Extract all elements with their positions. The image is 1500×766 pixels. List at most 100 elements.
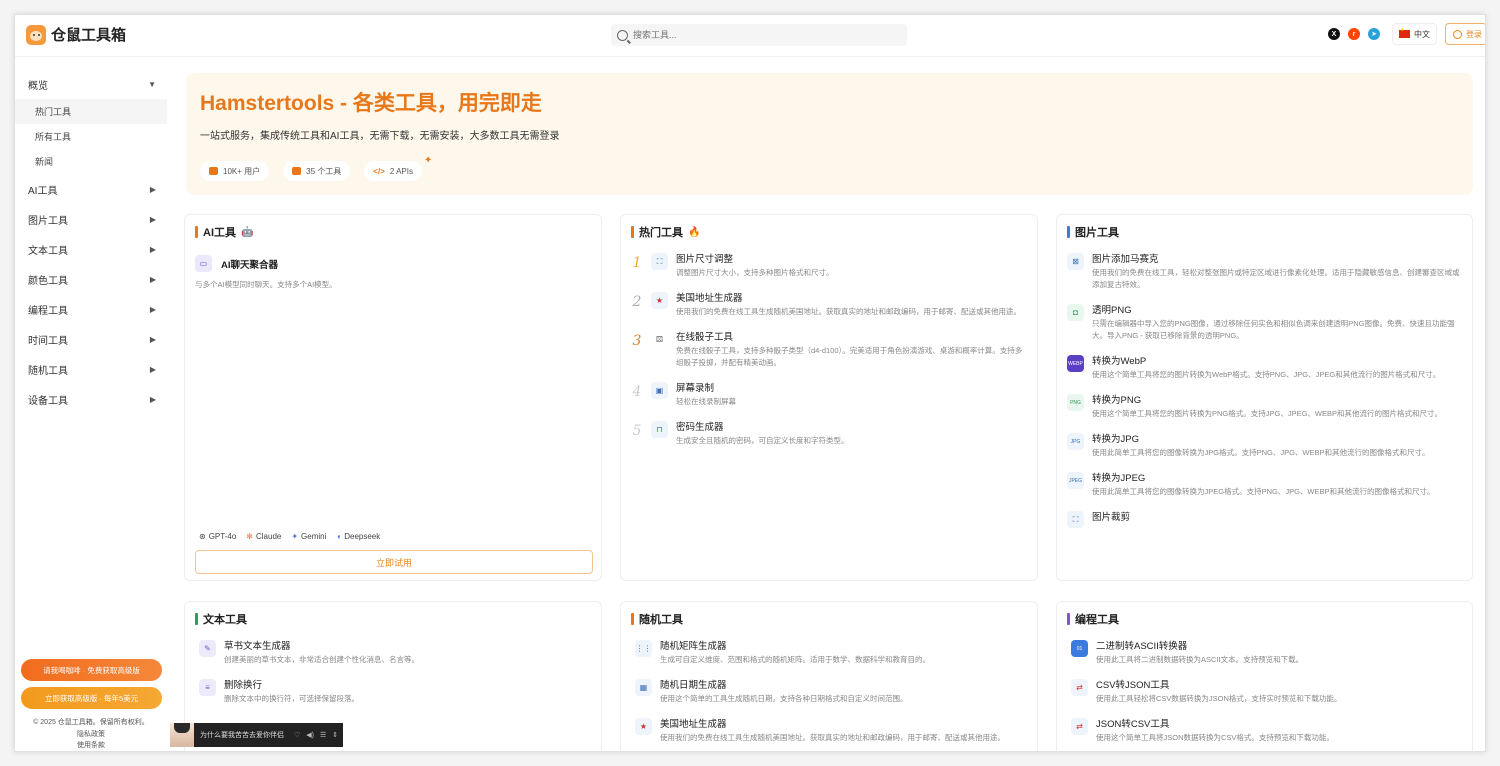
random-tools-card: 随机工具 ⋮⋮ 随机矩阵生成器 生成可自定义维度、范围和格式的随机矩阵。适用于数学、… — [620, 601, 1038, 751]
list-item[interactable]: ✎ 草书文本生成器 创建美丽的草书文本，非常适合创建个性化消息、名言等。 — [199, 640, 591, 666]
list-item[interactable]: PNG 转换为PNG 使用这个简单工具将您的图片转换为PNG格式。支持JPG、JPE… — [1067, 394, 1462, 420]
sidebar-sub-all[interactable]: 所有工具 — [15, 124, 167, 149]
sidebar-item-image[interactable]: 图片工具 ▶ — [15, 204, 167, 234]
card-accent-bar — [631, 226, 634, 238]
site-logo[interactable]: 仓鼠工具箱 — [26, 24, 126, 45]
sidebar-item-text[interactable]: 文本工具 ▶ — [15, 234, 167, 264]
list-item[interactable]: ★ 美国地址生成器 使用我们的免费在线工具生成随机美国地址。获取真实的地址和邮政编码… — [635, 718, 1027, 744]
header-actions: X r ➤ 中文 登录 — [1328, 23, 1485, 45]
sidebar-item-time[interactable]: 时间工具 ▶ — [15, 324, 167, 354]
tool-name: 图片尺寸调整 — [676, 254, 734, 265]
tool-name: 图片裁剪 — [1092, 512, 1131, 523]
tool-desc: 使用此简单工具将您的图像转换为JPEG格式。支持PNG、JPG、WEBP和其他流… — [1092, 487, 1435, 496]
card-title[interactable]: AI工具 — [203, 224, 236, 240]
music-player: 为什么要我苦苦去爱你伴侣 ♡ ◀) ☰ ⇕ — [170, 723, 343, 747]
screen-record-icon: ▣ — [651, 382, 668, 399]
tool-name: 随机日期生成器 — [660, 680, 727, 691]
sidebar-item-label: 概览 — [28, 80, 48, 92]
list-item[interactable]: ≡ 删除换行 删除文本中的换行符，可选择保留段落。 — [199, 679, 591, 705]
list-item[interactable]: ⇄ CSV转JSON工具 使用此工具轻松将CSV数据转换为JSON格式，支持实时预览… — [1071, 679, 1462, 705]
list-item[interactable]: ⋮⋮ 随机矩阵生成器 生成可自定义维度、范围和格式的随机矩阵。适用于数学、数据科学和… — [635, 640, 1027, 666]
caret-right-icon: ▶ — [149, 244, 156, 254]
list-item[interactable]: ⛶ 图片裁剪 — [1067, 511, 1462, 528]
tool-desc: 使用此工具将二进制数据转换为ASCII文本。支持预览和下载。 — [1096, 655, 1304, 664]
premium-promo-button[interactable]: 立即获取高级版 · 每年5美元 — [21, 687, 162, 709]
card-title[interactable]: 文本工具 — [203, 611, 247, 627]
search-box[interactable] — [611, 24, 907, 46]
try-now-button[interactable]: 立即试用 — [195, 550, 593, 574]
terms-link[interactable]: 使用条款 — [15, 740, 167, 751]
tool-name: 透明PNG — [1092, 305, 1132, 316]
tool-desc: 使用此简单工具将您的图像转换为JPG格式。支持PNG、JPG、WEBP和其他流行… — [1092, 448, 1430, 457]
album-cover[interactable] — [170, 723, 194, 747]
language-switcher[interactable]: 中文 — [1392, 23, 1437, 45]
list-item[interactable]: JPG 转换为JPG 使用此简单工具将您的图像转换为JPG格式。支持PNG、JPG、… — [1067, 433, 1462, 459]
card-header: 热门工具 🔥 — [631, 224, 700, 240]
reddit-icon[interactable]: r — [1348, 28, 1360, 40]
sidebar-item-code[interactable]: 编程工具 ▶ — [15, 294, 167, 324]
volume-icon[interactable]: ◀) — [306, 731, 314, 739]
us-flag-icon: ★ — [651, 292, 668, 309]
list-item[interactable]: ◘ 透明PNG 只需在编辑器中导入您的PNG图像，通过移除任何实色和相似色调来创建透… — [1067, 304, 1462, 342]
webp-file-icon: WEBP — [1067, 355, 1084, 372]
playlist-icon[interactable]: ☰ — [320, 731, 326, 739]
card-header: 编程工具 — [1067, 611, 1119, 627]
card-title[interactable]: 热门工具 — [639, 224, 683, 240]
sidebar-sub-hot[interactable]: 热门工具 — [15, 99, 167, 124]
tool-desc: 使用我们的免费在线工具生成随机美国地址。获取真实的地址和邮政编码，用于邮寄、配送… — [676, 307, 1021, 316]
hero-title: Hamstertools - 各类工具，用完即走 — [200, 92, 542, 115]
list-item[interactable]: ⇄ JSON转CSV工具 使用这个简单工具将JSON数据转换为CSV格式。支持预览和… — [1071, 718, 1462, 744]
heart-icon[interactable]: ♡ — [294, 731, 300, 739]
list-item[interactable]: 2 ★ 美国地址生成器 使用我们的免费在线工具生成随机美国地址。获取真实的地址和邮… — [631, 292, 1027, 318]
hero-banner: Hamstertools - 各类工具，用完即走 一站式服务，集成传统工具和AI… — [186, 73, 1473, 195]
sidebar-item-random[interactable]: 随机工具 ▶ — [15, 354, 167, 384]
sidebar-item-label: 设备工具 — [28, 395, 68, 407]
ai-chat-aggregator-link[interactable]: ▭ AI聊天聚合器 — [195, 255, 278, 272]
logo-text: 仓鼠工具箱 — [51, 27, 127, 44]
card-title[interactable]: 编程工具 — [1075, 611, 1119, 627]
sidebar-item-label: AI工具 — [28, 185, 58, 197]
list-item[interactable]: 5 ⊓ 密码生成器 生成安全且随机的密码，可自定义长度和字符类型。 — [631, 421, 1027, 447]
card-title[interactable]: 随机工具 — [639, 611, 683, 627]
list-item[interactable]: JPEG 转换为JPEG 使用此简单工具将您的图像转换为JPEG格式。支持PNG、J… — [1067, 472, 1462, 498]
tool-desc: 使用这个简单工具将JSON数据转换为CSV格式。支持预览和下载功能。 — [1096, 733, 1334, 742]
model-gemini: ✦ Gemini — [291, 532, 326, 541]
telegram-icon[interactable]: ➤ — [1368, 28, 1380, 40]
list-item[interactable]: 1 ⛶ 图片尺寸调整 调整图片尺寸大小，支持多种图片格式和尺寸。 — [631, 253, 1027, 279]
tool-desc: 只需在编辑器中导入您的PNG图像，通过移除任何实色和相似色调来创建透明PNG图像… — [1092, 319, 1455, 340]
sidebar-nav: 概览 ▼ 热门工具 所有工具 新闻 AI工具 ▶ 图片工具 ▶ 文本工具 ▶ 颜色工具… — [15, 69, 167, 414]
list-item[interactable]: ▦ 随机日期生成器 使用这个简单的工具生成随机日期。支持各种日期格式和自定义时间范围… — [635, 679, 1027, 705]
list-item[interactable]: 01 二进制转ASCII转换器 使用此工具将二进制数据转换为ASCII文本。支持预览… — [1071, 640, 1462, 666]
csv-json-icon: ⇄ — [1071, 679, 1088, 696]
privacy-link[interactable]: 隐私政策 — [15, 729, 167, 741]
tool-name: 美国地址生成器 — [676, 293, 743, 304]
list-item[interactable]: 3 ⚄ 在线骰子工具 免费在线骰子工具，支持多种骰子类型（d4-d100）。完美适… — [631, 331, 1027, 369]
stat-users: 10K+ 用户 — [200, 161, 270, 181]
sidebar-sub-news[interactable]: 新闻 — [15, 149, 167, 174]
dice-icon: ⚄ — [651, 331, 668, 348]
tool-name: 转换为PNG — [1092, 395, 1142, 406]
tool-name: 屏幕录制 — [676, 383, 715, 394]
tool-desc: 使用我们的免费在线工具生成随机美国地址。获取真实的地址和邮政编码，用于邮寄、配送… — [660, 733, 1005, 742]
login-button[interactable]: 登录 — [1445, 23, 1485, 45]
song-title: 为什么要我苦苦去爱你伴侣 — [200, 732, 284, 739]
sidebar-item-color[interactable]: 颜色工具 ▶ — [15, 264, 167, 294]
stat-label: 35 个工具 — [306, 166, 342, 176]
caret-right-icon: ▶ — [149, 184, 156, 194]
card-title[interactable]: 图片工具 — [1075, 224, 1119, 240]
sidebar-item-label: 文本工具 — [28, 245, 68, 257]
list-item[interactable]: 4 ▣ 屏幕录制 轻松在线录制屏幕 — [631, 382, 1027, 408]
claude-icon: ✻ — [246, 532, 253, 541]
sidebar-item-device[interactable]: 设备工具 ▶ — [15, 384, 167, 414]
sidebar-item-overview[interactable]: 概览 ▼ — [15, 69, 167, 99]
collapse-icon[interactable]: ⇕ — [332, 731, 338, 739]
coffee-promo-button[interactable]: 请我喝咖啡 · 免费获取高级版 — [21, 659, 162, 681]
list-item[interactable]: ⊠ 图片添加马赛克 使用我们的免费在线工具，轻松对整张图片或特定区域进行像素化处理。… — [1067, 253, 1462, 291]
sidebar-item-label: 图片工具 — [28, 215, 68, 227]
x-twitter-icon[interactable]: X — [1328, 28, 1340, 40]
calendar-icon: ▦ — [635, 679, 652, 696]
stat-label: 2 APIs — [389, 166, 413, 176]
list-item[interactable]: WEBP 转换为WebP 使用这个简单工具将您的图片转换为WebP格式。支持PNG、… — [1067, 355, 1462, 381]
sidebar-item-ai[interactable]: AI工具 ▶ — [15, 174, 167, 204]
search-input[interactable] — [633, 30, 883, 40]
